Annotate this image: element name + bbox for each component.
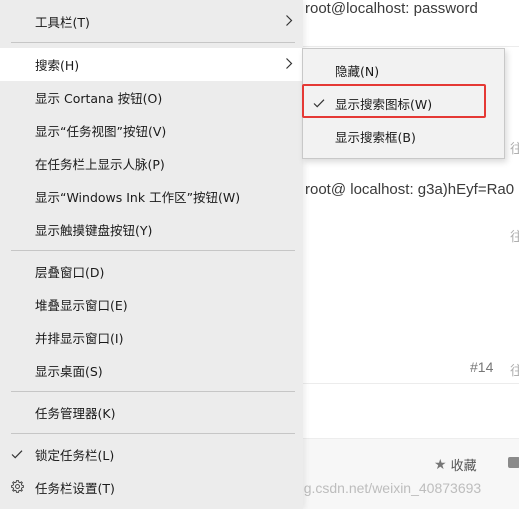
menu-item-label: 显示 Cortana 按钮(O): [35, 91, 163, 106]
menu-item-stack-windows[interactable]: 堆叠显示窗口(E): [0, 288, 303, 321]
menu-item-side-by-side-windows[interactable]: 并排显示窗口(I): [0, 321, 303, 354]
menu-item-show-windows-ink-button[interactable]: 显示“Windows Ink 工作区”按钮(W): [0, 180, 303, 213]
submenu-item-label: 隐藏(N): [335, 64, 380, 79]
menu-item-cascade-windows[interactable]: 层叠窗口(D): [0, 255, 303, 288]
side-mark: 往: [510, 364, 519, 379]
menu-item-show-desktop[interactable]: 显示桌面(S): [0, 354, 303, 387]
credential-line-1: root@localhost: password: [305, 0, 478, 17]
submenu-item-show-search-box[interactable]: 显示搜索框(B): [303, 120, 504, 153]
favorite-label: 收藏: [450, 459, 477, 474]
menu-separator: [11, 42, 295, 43]
chevron-right-icon: [285, 14, 293, 29]
taskbar-context-menu: 工具栏(T) 搜索(H) 显示 Cortana 按钮(O) 显示“任务视图”按钮…: [0, 0, 303, 509]
article-footer-bar: [303, 438, 519, 509]
menu-item-label: 并排显示窗口(I): [35, 331, 124, 346]
menu-item-label: 显示“Windows Ink 工作区”按钮(W): [35, 190, 241, 205]
menu-item-label: 搜索(H): [35, 58, 80, 73]
menu-item-label: 显示“任务视图”按钮(V): [35, 124, 167, 139]
favorite-button[interactable]: ★ 收藏: [434, 455, 477, 475]
menu-item-taskbar-settings[interactable]: 任务栏设置(T): [0, 471, 303, 504]
menu-separator: [11, 391, 295, 392]
chevron-right-icon: [285, 57, 293, 72]
comment-divider: [303, 383, 519, 384]
menu-separator: [11, 433, 295, 434]
annotation-highlight-box: [302, 84, 486, 118]
menu-item-toolbars[interactable]: 工具栏(T): [0, 5, 303, 38]
menu-item-show-task-view-button[interactable]: 显示“任务视图”按钮(V): [0, 114, 303, 147]
side-mark: 往: [510, 142, 519, 157]
menu-item-label: 任务管理器(K): [35, 406, 116, 421]
menu-item-label: 显示桌面(S): [35, 364, 103, 379]
gear-icon: [11, 479, 24, 496]
menu-item-label: 任务栏设置(T): [35, 481, 115, 496]
submenu-item-hidden[interactable]: 隐藏(N): [303, 54, 504, 87]
menu-item-show-people[interactable]: 在任务栏上显示人脉(P): [0, 147, 303, 180]
menu-item-label: 堆叠显示窗口(E): [35, 298, 128, 313]
comment-icon[interactable]: [508, 457, 519, 468]
side-mark: 往: [510, 230, 519, 245]
menu-item-show-touch-keyboard-button[interactable]: 显示触摸键盘按钮(Y): [0, 213, 303, 246]
star-icon: ★: [434, 456, 447, 473]
menu-item-label: 显示触摸键盘按钮(Y): [35, 223, 153, 238]
menu-item-label: 工具栏(T): [35, 15, 90, 30]
menu-item-label: 层叠窗口(D): [35, 265, 105, 280]
menu-item-task-manager[interactable]: 任务管理器(K): [0, 396, 303, 429]
comment-number: #14: [470, 359, 494, 375]
menu-item-lock-taskbar[interactable]: 锁定任务栏(L): [0, 438, 303, 471]
submenu-item-label: 显示搜索框(B): [335, 130, 416, 145]
menu-item-show-cortana-button[interactable]: 显示 Cortana 按钮(O): [0, 81, 303, 114]
menu-item-label: 锁定任务栏(L): [35, 448, 115, 463]
checkmark-icon: [11, 447, 23, 462]
menu-separator: [11, 250, 295, 251]
menu-item-search[interactable]: 搜索(H): [0, 48, 303, 81]
menu-item-label: 在任务栏上显示人脉(P): [35, 157, 165, 172]
credential-line-2: root@ localhost: g3a)hEyf=Ra0: [305, 181, 515, 198]
content-divider: [303, 46, 519, 47]
